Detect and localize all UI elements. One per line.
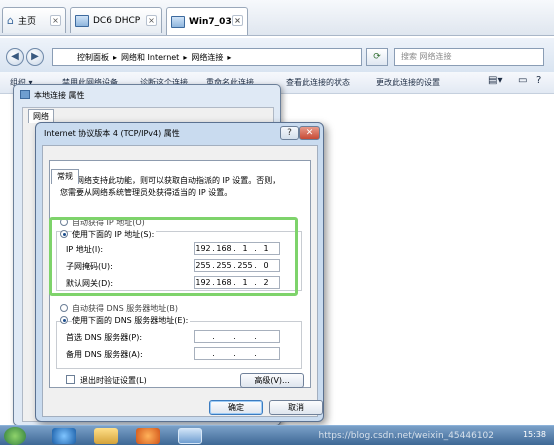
preview-pane-icon[interactable]: ▭ [518, 75, 527, 86]
cancel-button[interactable]: 取消 [269, 400, 323, 415]
refresh-button[interactable]: ⟳ [366, 48, 388, 66]
network-icon [20, 90, 30, 99]
vm-tab-label: 主页 [17, 17, 36, 27]
dialog-title: 本地连接 属性 [34, 91, 85, 100]
clock: 15:38 [522, 430, 546, 439]
watermark: https://blog.csdn.net/weixin_45446102 [318, 431, 494, 441]
search-input[interactable]: 搜索 网络连接 [394, 48, 544, 66]
chevron-right-icon: ▸ [113, 52, 118, 62]
vm-icon [75, 14, 89, 27]
auto-dns-label: 自动获得 DNS 服务器地址(B) [72, 304, 179, 313]
validate-on-exit-label: 退出时验证设置(L) [80, 376, 147, 385]
breadcrumb-control-panel[interactable]: 控制面板 [77, 52, 109, 63]
ok-button[interactable]: 确定 [209, 400, 263, 415]
chevron-right-icon: ▸ [183, 52, 188, 62]
network-connections-taskbar-icon[interactable] [178, 428, 202, 444]
description-line-1: 如果网络支持此功能，则可以获取自动指派的 IP 设置。否则， [60, 176, 281, 185]
tab-network[interactable]: 网络 [28, 109, 54, 123]
dns-settings-group [56, 321, 302, 369]
help-button[interactable]: ? [280, 126, 299, 140]
vm-tab-win7-03[interactable]: Win7_03 × [166, 7, 248, 35]
manual-dns-label: 使用下面的 DNS 服务器地址(E): [72, 315, 191, 326]
auto-dns-radio[interactable] [60, 304, 68, 312]
media-player-icon[interactable] [136, 428, 160, 444]
alternate-dns-label: 备用 DNS 服务器(A): [66, 350, 143, 359]
back-button[interactable]: ◀ [6, 48, 24, 66]
close-icon[interactable]: × [232, 15, 243, 26]
forward-button[interactable]: ▶ [26, 48, 44, 66]
vm-tab-dc6-dhcp[interactable]: DC6 DHCP × [70, 7, 162, 33]
validate-on-exit-checkbox[interactable] [66, 375, 75, 384]
manual-dns-radio[interactable] [60, 316, 68, 324]
view-options-icon[interactable]: ▤▾ [488, 75, 502, 86]
home-icon: ⌂ [7, 14, 14, 27]
highlight-box [49, 217, 298, 296]
chevron-right-icon: ▸ [227, 52, 232, 62]
start-button[interactable] [4, 427, 26, 445]
advanced-button[interactable]: 高级(V)... [240, 373, 304, 388]
dialog-title: Internet 协议版本 4 (TCP/IPv4) 属性 [44, 129, 180, 138]
internet-explorer-icon[interactable] [52, 428, 76, 444]
description-line-2: 您需要从网络系统管理员处获得适当的 IP 设置。 [60, 188, 233, 197]
vm-tab-label: Win7_03 [189, 16, 232, 27]
vm-tab-home[interactable]: ⌂ 主页 × [2, 7, 66, 33]
close-icon[interactable]: × [50, 15, 61, 26]
close-icon[interactable]: × [146, 15, 157, 26]
address-bar[interactable]: 控制面板 ▸ 网络和 Internet ▸ 网络连接 ▸ [52, 48, 362, 66]
change-settings-button[interactable]: 更改此连接的设置 [376, 77, 440, 88]
alternate-dns-input[interactable]: . . . [194, 347, 280, 360]
close-button[interactable]: ✕ [299, 126, 320, 140]
breadcrumb-network-internet[interactable]: 网络和 Internet [121, 52, 179, 63]
taskbar: https://blog.csdn.net/weixin_45446102 15… [0, 425, 554, 445]
vm-tab-bar: ⌂ 主页 × DC6 DHCP × Win7_03 × [0, 0, 554, 36]
help-icon[interactable]: ? [536, 75, 541, 86]
vm-icon [171, 15, 185, 28]
preferred-dns-label: 首选 DNS 服务器(P): [66, 333, 143, 342]
preferred-dns-input[interactable]: . . . [194, 330, 280, 343]
vm-tab-label: DC6 DHCP [93, 15, 141, 26]
tab-general[interactable]: 常规 [51, 169, 79, 184]
folder-icon[interactable] [94, 428, 118, 444]
view-status-button[interactable]: 查看此连接的状态 [286, 77, 350, 88]
breadcrumb-network-connections[interactable]: 网络连接 [191, 52, 223, 63]
